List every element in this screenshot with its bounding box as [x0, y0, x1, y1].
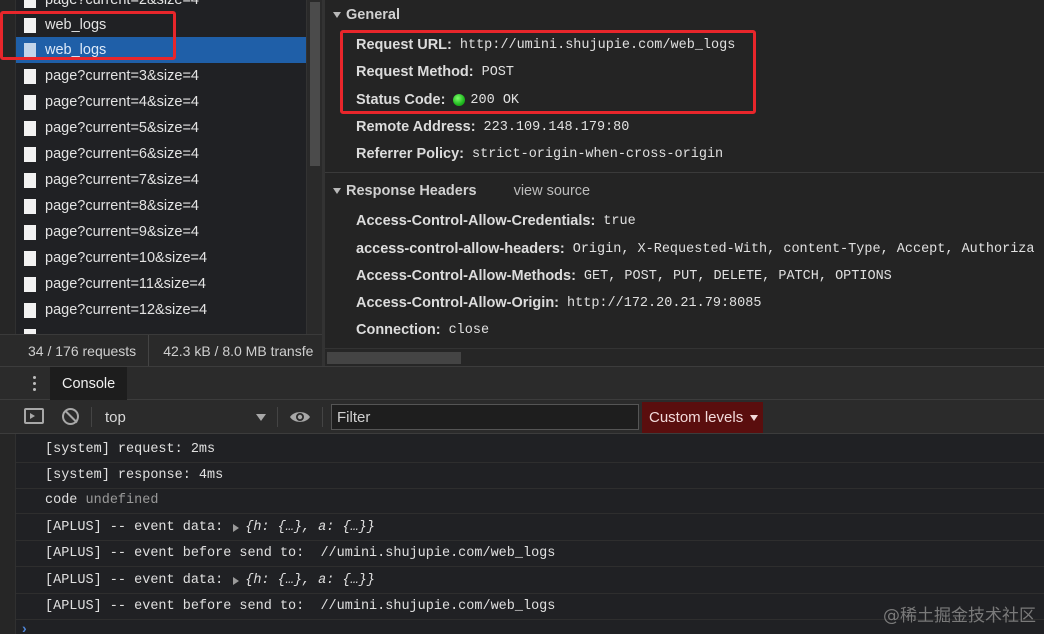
- request-row[interactable]: page?current=4&size=4: [16, 89, 306, 115]
- file-icon: [24, 0, 36, 8]
- request-list-gutter: [0, 0, 16, 334]
- console-message: [APLUS] -- event data: {h: {…}, a: {…}}: [16, 515, 1044, 541]
- more-options-icon[interactable]: [33, 376, 37, 392]
- request-row-selected[interactable]: web_logs: [16, 37, 306, 63]
- file-icon: [24, 68, 36, 84]
- network-summary-bar: 34 / 176 requests 42.3 kB / 8.0 MB trans…: [0, 334, 322, 366]
- view-source-link[interactable]: view source: [514, 183, 591, 199]
- request-row[interactable]: page?current=3&size=4: [16, 63, 306, 89]
- request-row[interactable]: page?current=11&size=4: [16, 271, 306, 297]
- file-icon: [24, 250, 36, 266]
- drawer-tab-bar: Console: [0, 366, 1044, 400]
- request-row[interactable]: page?current=8&size=4: [16, 193, 306, 219]
- file-icon: [24, 302, 36, 318]
- response-header-row: Connection: close: [356, 322, 490, 338]
- console-output: [system] request: 2ms [system] response:…: [0, 434, 1044, 634]
- request-row[interactable]: page?current=12&size=4: [16, 297, 306, 323]
- tab-console[interactable]: Console: [50, 367, 128, 400]
- referrer-policy-row: Referrer Policy: strict-origin-when-cross…: [356, 146, 724, 162]
- response-headers-section-header[interactable]: Response Headers view source: [325, 178, 1044, 204]
- caret-down-icon: [750, 414, 759, 421]
- network-panel: page?current=2&size=4 web_logs web_logs …: [0, 0, 1044, 366]
- file-icon: [24, 146, 36, 162]
- log-levels-dropdown[interactable]: Custom levels: [642, 402, 763, 433]
- request-row[interactable]: page?current=9&size=4: [16, 219, 306, 245]
- remote-address-row: Remote Address: 223.109.148.179:80: [356, 119, 630, 135]
- expand-triangle-icon[interactable]: [233, 576, 240, 585]
- file-icon: [24, 120, 36, 136]
- toolbar-separator: [91, 407, 92, 427]
- response-header-row: Access-Control-Allow-Origin: http://172.2…: [356, 295, 762, 311]
- response-header-row: access-control-allow-headers: Origin, X-R…: [356, 241, 1035, 257]
- request-row[interactable]: page?current=6&size=4: [16, 141, 306, 167]
- response-header-row: Access-Control-Allow-Credentials: true: [356, 213, 636, 229]
- toolbar-separator: [322, 407, 323, 427]
- object-preview[interactable]: {h: {…}, a: {…}}: [245, 520, 375, 535]
- headers-pane: General Request URL: http://umini.shujupi…: [325, 0, 1044, 366]
- general-section-header[interactable]: General: [325, 2, 1044, 28]
- transferred-size: 42.3 kB / 8.0 MB transfe: [163, 342, 314, 359]
- status-code-row: Status Code: 200 OK: [356, 92, 520, 108]
- headers-horizontal-scrollbar[interactable]: [325, 348, 1044, 366]
- scrollbar-thumb[interactable]: [327, 352, 461, 364]
- caret-down-icon: [256, 414, 266, 421]
- request-list-scrollbar[interactable]: [306, 0, 322, 334]
- request-row[interactable]: page?current=10&size=4: [16, 245, 306, 271]
- request-row[interactable]: [16, 323, 306, 334]
- toolbar-separator: [277, 407, 278, 427]
- request-row[interactable]: web_logs: [16, 12, 306, 38]
- request-url-row: Request URL: http://umini.shujupie.com/we…: [356, 37, 736, 53]
- requests-count: 34 / 176 requests: [0, 335, 150, 366]
- file-icon: [24, 42, 36, 58]
- request-row[interactable]: page?current=7&size=4: [16, 167, 306, 193]
- watermark: @稀土掘金技术社区: [883, 606, 1036, 626]
- section-divider: [325, 172, 1044, 173]
- console-toolbar: top Custom levels: [0, 400, 1044, 434]
- console-message: [APLUS] -- event data: {h: {…}, a: {…}}: [16, 568, 1044, 594]
- scrollbar-thumb[interactable]: [310, 2, 320, 166]
- console-message: [system] request: 2ms: [16, 437, 1044, 463]
- expand-triangle-icon[interactable]: [233, 523, 240, 532]
- context-selector[interactable]: top: [96, 405, 271, 429]
- triangle-down-icon: [333, 188, 341, 194]
- console-prompt[interactable]: ›: [22, 620, 27, 634]
- console-message: [system] response: 4ms: [16, 463, 1044, 489]
- console-message: code undefined: [16, 488, 1044, 514]
- show-sidebar-icon[interactable]: [24, 408, 44, 424]
- triangle-down-icon: [333, 12, 341, 18]
- file-icon: [24, 94, 36, 110]
- file-icon: [24, 276, 36, 292]
- request-method-row: Request Method: POST: [356, 64, 515, 80]
- console-message: [APLUS] -- event before send to: //umini…: [16, 541, 1044, 567]
- request-list: page?current=2&size=4 web_logs web_logs …: [0, 0, 322, 334]
- response-header-row: Access-Control-Allow-Methods: GET, POST, …: [356, 268, 892, 284]
- request-row[interactable]: page?current=5&size=4: [16, 115, 306, 141]
- filter-input[interactable]: [331, 404, 639, 430]
- file-icon: [24, 172, 36, 188]
- status-ok-icon: [453, 94, 466, 106]
- object-preview[interactable]: {h: {…}, a: {…}}: [245, 573, 375, 588]
- file-icon: [24, 198, 36, 214]
- clear-console-icon[interactable]: [62, 408, 79, 425]
- eye-icon[interactable]: [289, 410, 311, 424]
- file-icon: [24, 17, 36, 33]
- console-gutter: [0, 434, 16, 634]
- file-icon: [24, 224, 36, 240]
